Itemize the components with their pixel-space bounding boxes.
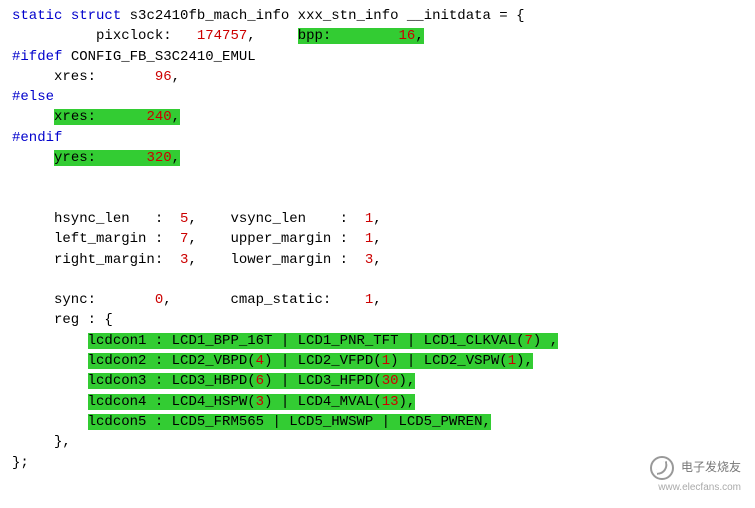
code-line: yres: 320, [12, 148, 743, 168]
number: 16 [399, 28, 416, 44]
text: ) | LCD2_VSPW( [390, 353, 508, 369]
code-line: reg : { [12, 310, 743, 330]
hl-lcdcon5: lcdcon5 : LCD5_FRM565 | LCD5_HWSWP | LCD… [88, 414, 491, 430]
text: ), [399, 394, 416, 410]
text: , [172, 150, 180, 166]
number: 6 [256, 373, 264, 389]
number: 320 [146, 150, 171, 166]
number: 3 [256, 394, 264, 410]
code-line: lcdcon4 : LCD4_HSPW(3) | LCD4_MVAL(13), [12, 392, 743, 412]
code-line [12, 189, 743, 209]
elecfans-logo-icon [650, 456, 674, 480]
text: , [172, 69, 180, 85]
text [12, 414, 88, 430]
preprocessor-ifdef: #ifdef [12, 49, 62, 65]
code-line: right_margin: 3, lower_margin : 3, [12, 250, 743, 270]
code-line: lcdcon3 : LCD3_HBPD(6) | LCD3_HFPD(30), [12, 371, 743, 391]
text: ) | LCD4_MVAL( [264, 394, 382, 410]
text: pixclock: [12, 28, 197, 44]
code-line: pixclock: 174757, bpp: 16, [12, 26, 743, 46]
hl-lcdcon2: lcdcon2 : LCD2_VBPD( [88, 353, 256, 369]
hl-yres: yres: [54, 150, 146, 166]
keyword-struct: struct [71, 8, 121, 24]
keyword-static: static [12, 8, 62, 24]
code-line: sync: 0, cmap_static: 1, [12, 290, 743, 310]
text: , vsync_len : [188, 211, 364, 227]
text: hsync_len : [12, 211, 180, 227]
text: , [172, 109, 180, 125]
code-line: hsync_len : 5, vsync_len : 1, [12, 209, 743, 229]
number: 7 [525, 333, 533, 349]
hl-lcdcon3: lcdcon3 : LCD3_HBPD( [88, 373, 256, 389]
text [12, 394, 88, 410]
watermark-text-cn: 电子发烧友 [681, 460, 741, 474]
text: , cmap_static: [163, 292, 365, 308]
text [12, 373, 88, 389]
number: 1 [508, 353, 516, 369]
text: right_margin: [12, 252, 180, 268]
code-line: left_margin : 7, upper_margin : 1, [12, 229, 743, 249]
code-line [12, 168, 743, 188]
text: , lower_margin : [188, 252, 364, 268]
code-line: xres: 240, [12, 107, 743, 127]
number: 30 [382, 373, 399, 389]
text: ), [516, 353, 533, 369]
code-line: }; [12, 453, 743, 473]
hl-lcdcon4: lcdcon4 : LCD4_HSPW( [88, 394, 256, 410]
number: 174757 [197, 28, 247, 44]
text: sync: [12, 292, 155, 308]
text: ) | LCD2_VFPD( [264, 353, 382, 369]
watermark-url: www.elecfans.com [658, 482, 741, 493]
watermark: 电子发烧友 www.elecfans.com [650, 456, 741, 496]
text: xres: [12, 69, 155, 85]
preprocessor-else: #else [12, 89, 54, 105]
text: CONFIG_FB_S3C2410_EMUL [62, 49, 255, 65]
code-line: xres: 96, [12, 67, 743, 87]
text: , [373, 211, 381, 227]
code-line: #endif [12, 128, 743, 148]
hl-xres: xres: [54, 109, 146, 125]
code-line: #ifdef CONFIG_FB_S3C2410_EMUL [12, 47, 743, 67]
text: , [373, 292, 381, 308]
code-line: lcdcon5 : LCD5_FRM565 | LCD5_HWSWP | LCD… [12, 412, 743, 432]
code-line: static struct s3c2410fb_mach_info xxx_st… [12, 6, 743, 26]
code-line: #else [12, 87, 743, 107]
text [12, 353, 88, 369]
number: 0 [155, 292, 163, 308]
text: , upper_margin : [188, 231, 364, 247]
number: 4 [256, 353, 264, 369]
number: 240 [146, 109, 171, 125]
text [12, 109, 54, 125]
text: , [247, 28, 297, 44]
number: 1 [382, 353, 390, 369]
text [12, 150, 54, 166]
text: , [373, 252, 381, 268]
text: , [415, 28, 423, 44]
hl-lcdcon1: lcdcon1 : LCD1_BPP_16T | LCD1_PNR_TFT | … [88, 333, 525, 349]
code-line: }, [12, 432, 743, 452]
text: , [373, 231, 381, 247]
text: ) | LCD3_HFPD( [264, 373, 382, 389]
hl-bpp: bpp: [298, 28, 399, 44]
text: ) , [533, 333, 558, 349]
code-line: lcdcon2 : LCD2_VBPD(4) | LCD2_VFPD(1) | … [12, 351, 743, 371]
code-line [12, 270, 743, 290]
code-block: static struct s3c2410fb_mach_info xxx_st… [12, 6, 743, 473]
text: left_margin : [12, 231, 180, 247]
number: 13 [382, 394, 399, 410]
preprocessor-endif: #endif [12, 130, 62, 146]
number: 96 [155, 69, 172, 85]
code-line: lcdcon1 : LCD1_BPP_16T | LCD1_PNR_TFT | … [12, 331, 743, 351]
text [12, 333, 88, 349]
decl-rest: s3c2410fb_mach_info xxx_stn_info __initd… [121, 8, 524, 24]
text: ), [399, 373, 416, 389]
